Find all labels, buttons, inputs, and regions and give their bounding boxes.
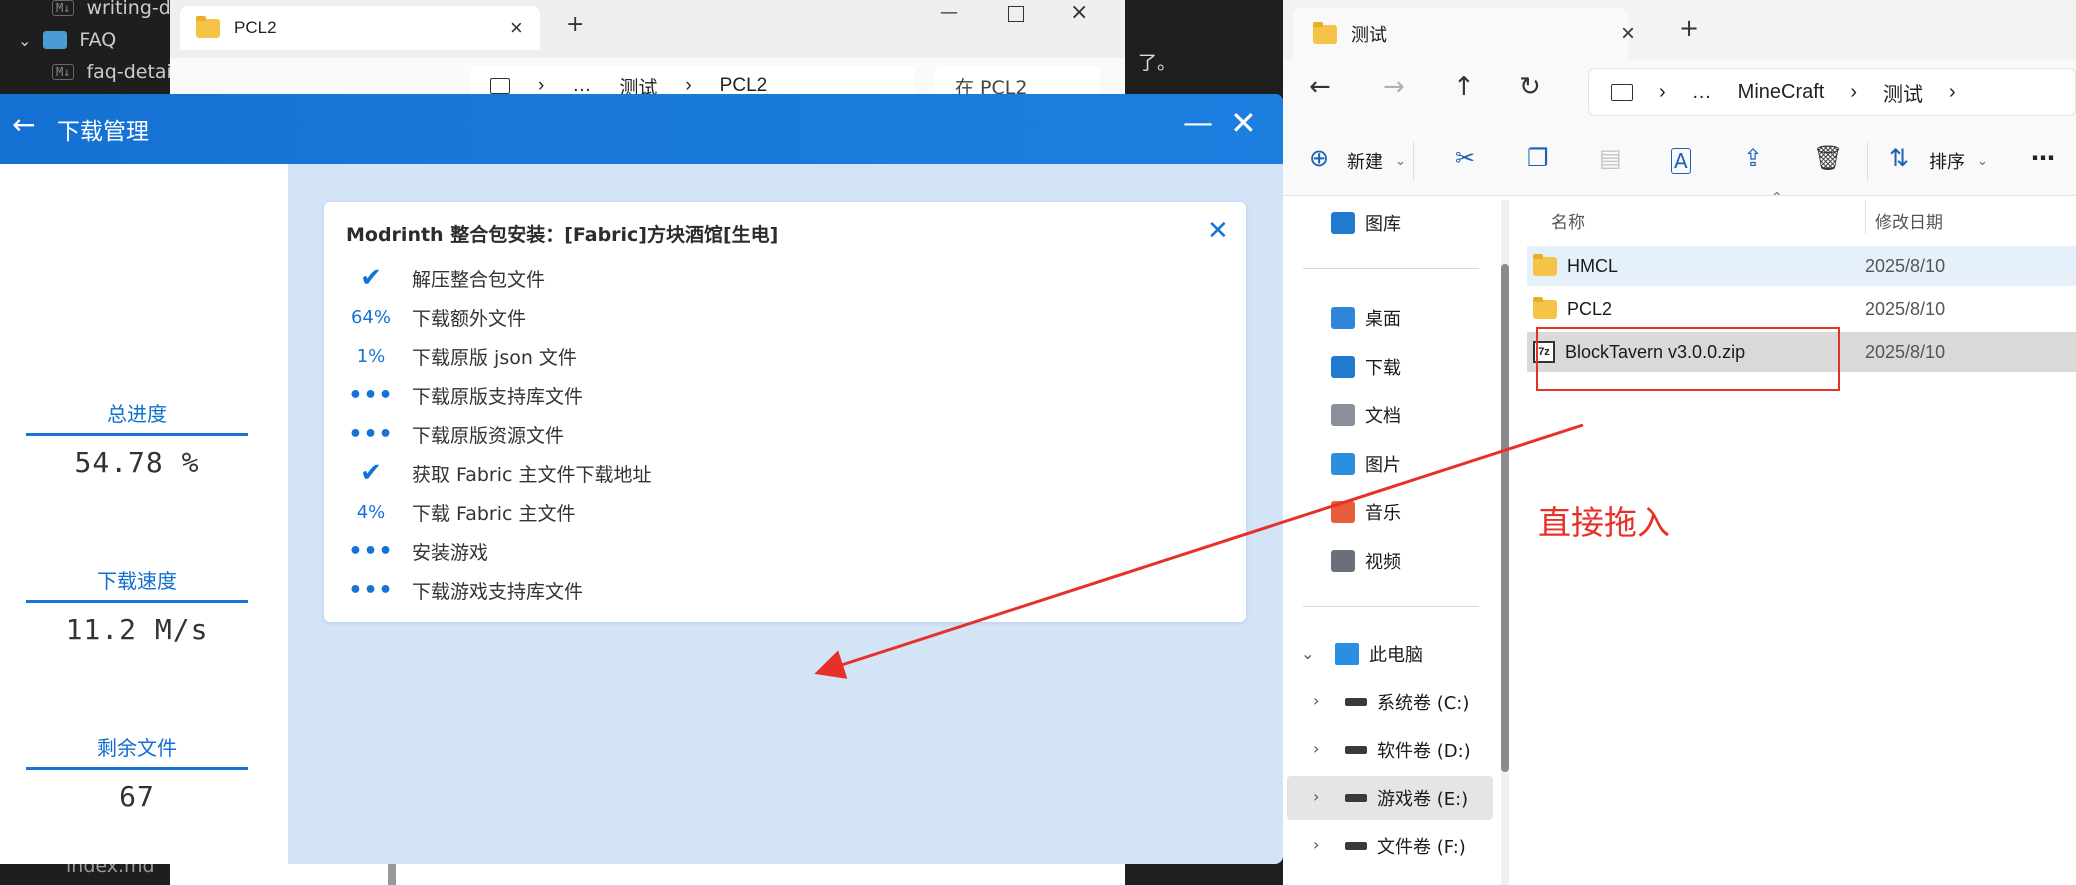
arrow-line [814,423,1584,679]
annotation-label: 直接拖入 [1538,503,1670,542]
drag-arrow [814,423,1584,679]
